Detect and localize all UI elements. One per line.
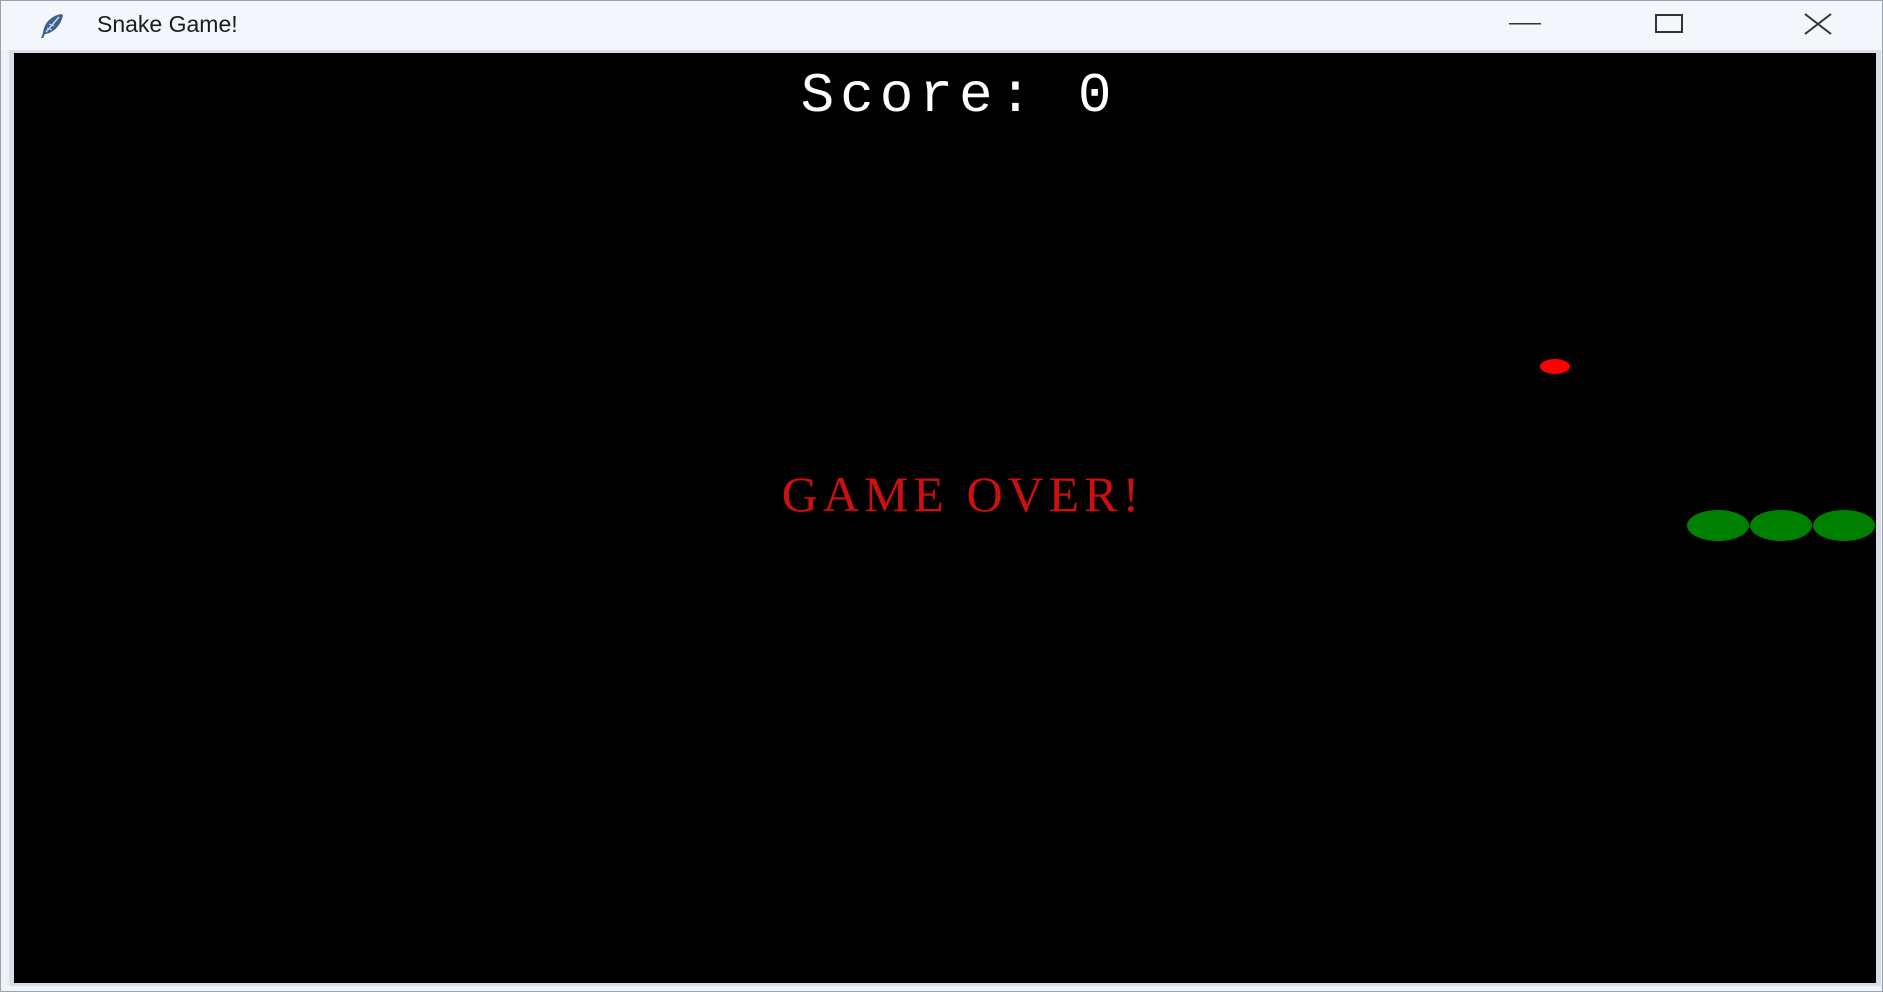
food-pellet — [1540, 359, 1570, 374]
score-label: Score: 0 — [800, 64, 1118, 128]
snake-segment — [1750, 510, 1812, 541]
game-canvas[interactable]: Score: 0 GAME OVER! — [14, 53, 1876, 983]
game-over-text: GAME OVER! — [781, 466, 1145, 522]
close-button[interactable] — [1780, 1, 1856, 47]
minimize-icon — [1509, 22, 1541, 26]
title-bar[interactable]: Snake Game! — [1, 1, 1882, 50]
maximize-icon — [1655, 14, 1683, 34]
snake-segment — [1813, 510, 1875, 541]
app-window: Snake Game! Score: 0 GAME OVER! — [0, 0, 1883, 992]
minimize-button[interactable] — [1487, 1, 1563, 47]
window-client-area: Score: 0 GAME OVER! — [9, 50, 1881, 986]
feather-icon — [37, 11, 67, 41]
window-title: Snake Game! — [97, 11, 238, 37]
snake-segment — [1687, 510, 1749, 541]
close-icon — [1803, 13, 1833, 35]
maximize-button[interactable] — [1631, 1, 1707, 47]
